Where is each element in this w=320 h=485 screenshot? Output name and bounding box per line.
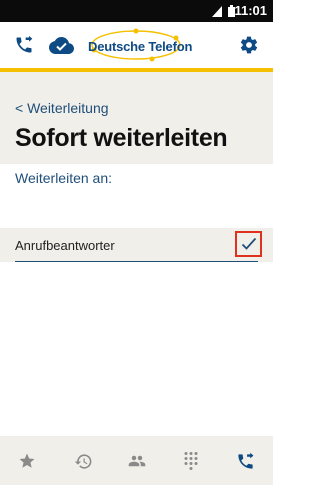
history-icon — [74, 453, 91, 469]
status-icons — [212, 5, 235, 17]
forward-option-label: Anrufbeantworter — [15, 238, 115, 253]
nav-call-forwarding[interactable] — [234, 450, 256, 472]
star-icon — [19, 453, 35, 468]
cloud-status-button[interactable] — [47, 33, 75, 57]
contacts-icon — [128, 455, 146, 467]
breadcrumb-back-link[interactable]: < Weiterleitung — [15, 100, 109, 116]
gear-icon — [240, 36, 258, 54]
dialpad-icon — [184, 452, 198, 470]
nav-favorites[interactable] — [16, 450, 38, 472]
nav-contacts[interactable] — [126, 450, 148, 472]
settings-button[interactable] — [237, 33, 261, 57]
forward-option-row[interactable]: Anrufbeantworter — [0, 228, 273, 262]
page-header: < Weiterleitung Sofort weiterleiten — [0, 72, 273, 164]
call-forward-icon — [16, 35, 33, 53]
brand-logo: Deutsche Telefon — [86, 28, 192, 62]
call-forward-button[interactable] — [12, 33, 36, 57]
page-title: Sofort weiterleiten — [15, 124, 228, 152]
signal-icon — [212, 5, 222, 17]
row-underline — [15, 261, 258, 262]
forward-option-checkbox[interactable] — [235, 231, 262, 257]
brand-name: Deutsche Telefon — [88, 39, 193, 54]
cloud-check-icon — [49, 37, 74, 54]
nav-dialpad[interactable] — [180, 450, 202, 472]
status-time: 11:01 — [234, 3, 267, 18]
forward-to-label: Weiterleiten an: — [15, 170, 113, 186]
status-bar: 11:01 — [0, 0, 273, 22]
app-bar: Deutsche Telefon — [0, 22, 273, 72]
call-forward-icon — [237, 452, 253, 469]
bottom-navigation — [0, 436, 273, 485]
nav-history[interactable] — [72, 450, 94, 472]
checkmark-icon — [241, 237, 256, 250]
